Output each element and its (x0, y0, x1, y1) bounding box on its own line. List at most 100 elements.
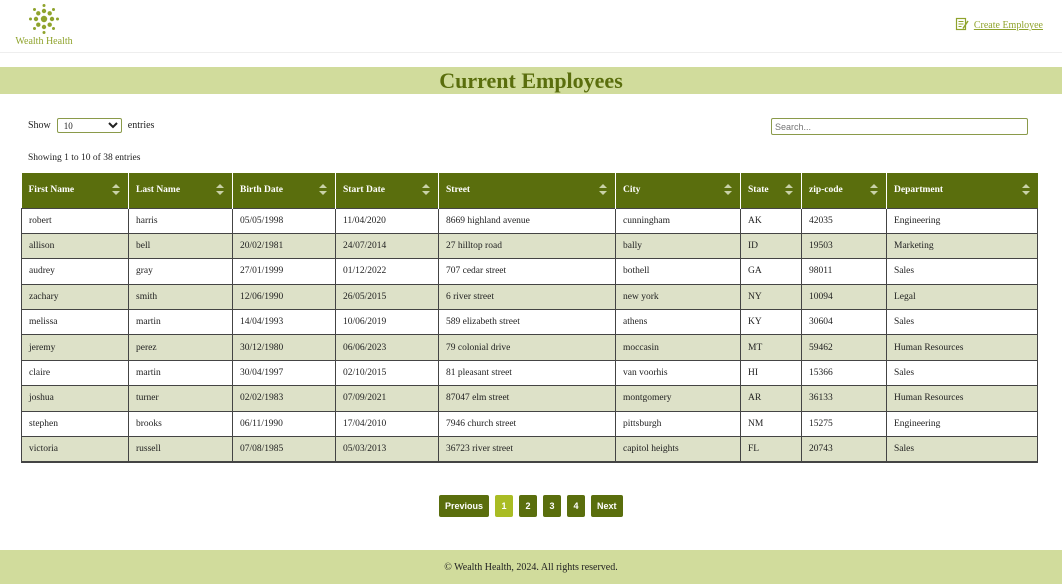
table-cell: Legal (886, 283, 1038, 311)
table-cell: 81 pleasant street (438, 359, 616, 387)
table-row[interactable]: allison bell 20/02/1981 24/07/2014 27 hillto… (21, 232, 1038, 260)
page-button-1[interactable]: 1 (495, 495, 514, 517)
table-cell: ID (740, 232, 802, 260)
table-cell: 87047 elm street (438, 385, 616, 412)
column-header-last-name[interactable]: Last Name (128, 173, 233, 208)
table-cell: russell (128, 436, 233, 463)
table-row[interactable]: joshua turner 02/02/1983 07/09/2021 87047 el… (21, 385, 1038, 412)
footer-text: © Wealth Health, 2024. All rights reserv… (444, 562, 618, 573)
brand-name: Wealth Health (15, 36, 73, 47)
table-row[interactable]: melissa martin 14/04/1993 10/06/2019 589 eli… (21, 309, 1038, 336)
title-band: Current Employees (0, 67, 1062, 94)
table-cell: moccasin (615, 334, 741, 361)
table-cell: 01/12/2022 (335, 258, 439, 285)
table-cell: 20/02/1981 (232, 232, 336, 260)
table-cell: 42035 (801, 207, 887, 234)
table-cell: 30/12/1980 (232, 334, 336, 361)
column-header-label: State (748, 185, 769, 196)
table-cell: Human Resources (886, 385, 1038, 412)
logo[interactable]: Wealth Health (12, 3, 76, 48)
table-row[interactable]: jeremy perez 30/12/1980 06/06/2023 79 coloni… (21, 334, 1038, 361)
sort-icon (1021, 184, 1030, 195)
table-cell: 07/09/2021 (335, 385, 439, 412)
table-row[interactable]: zachary smith 12/06/1990 26/05/2015 6 river … (21, 283, 1038, 311)
sort-icon (870, 184, 878, 195)
column-header-label: Birth Date (240, 185, 284, 196)
table-cell: GA (740, 258, 802, 285)
show-label: Show (28, 120, 51, 131)
table-row[interactable]: robert harris 05/05/1998 11/04/2020 8669 hig… (21, 207, 1038, 234)
employees-table: First Name Last Name Birth Date Start Da… (21, 173, 1038, 463)
table-cell: FL (740, 436, 802, 463)
page-button-3[interactable]: 3 (543, 495, 562, 517)
table-cell: 15366 (801, 359, 887, 387)
column-header-street[interactable]: Street (438, 173, 616, 208)
table-cell: 10/06/2019 (335, 309, 439, 336)
table-cell: robert (21, 207, 129, 234)
table-cell: Sales (886, 258, 1038, 285)
table-cell: 02/02/1983 (232, 385, 336, 412)
table-cell: perez (128, 334, 233, 361)
column-header-zip-code[interactable]: zip-code (801, 173, 887, 208)
sort-icon (112, 184, 120, 195)
table-cell: 17/04/2010 (335, 410, 439, 438)
table-cell: athens (615, 309, 741, 336)
table-cell: Sales (886, 359, 1038, 387)
table-cell: 27 hilltop road (438, 232, 616, 260)
column-header-label: First Name (28, 185, 75, 196)
table-cell: 12/06/1990 (232, 283, 336, 311)
table-cell: turner (128, 385, 233, 412)
table-row[interactable]: stephen brooks 06/11/1990 17/04/2010 7946 ch… (21, 410, 1038, 438)
table-cell: audrey (21, 258, 129, 285)
table-cell: 30604 (801, 309, 887, 336)
table-cell: KY (740, 309, 802, 336)
table-cell: melissa (21, 309, 129, 336)
column-header-department[interactable]: Department (886, 173, 1038, 208)
table-cell: 07/08/1985 (232, 436, 336, 463)
table-cell: 05/03/2013 (335, 436, 439, 463)
column-header-label: City (623, 185, 641, 196)
table-cell: HI (740, 359, 802, 387)
page-length-control: Show 10 entries (28, 118, 154, 133)
page-length-select[interactable]: 10 (56, 118, 122, 133)
column-header-birth-date[interactable]: Birth Date (232, 173, 336, 208)
table-cell: brooks (128, 410, 233, 438)
table-row[interactable]: audrey gray 27/01/1999 01/12/2022 707 cedar … (21, 258, 1038, 285)
table-cell: martin (128, 359, 233, 387)
table-cell: smith (128, 283, 233, 311)
page-button-2[interactable]: 2 (519, 495, 538, 517)
table-cell: 15275 (801, 410, 887, 438)
table-cell: bothell (615, 258, 741, 285)
table-cell: 59462 (801, 334, 887, 361)
search-input[interactable] (771, 118, 1028, 135)
table-cell: Engineering (886, 207, 1038, 234)
edit-document-icon (955, 17, 969, 34)
table-cell: 24/07/2014 (335, 232, 439, 260)
table-cell: Engineering (886, 410, 1038, 438)
table-cell: 7946 church street (438, 410, 616, 438)
table-row[interactable]: victoria russell 07/08/1985 05/03/2013 36723… (21, 436, 1038, 463)
table-cell: harris (128, 207, 233, 234)
next-button[interactable]: Next (591, 495, 623, 517)
table-cell: 02/10/2015 (335, 359, 439, 387)
table-cell: allison (21, 232, 129, 260)
previous-button[interactable]: Previous (439, 495, 490, 517)
sort-icon (599, 184, 607, 195)
page-title: Current Employees (439, 68, 623, 93)
table-header-row: First Name Last Name Birth Date Start Da… (21, 173, 1038, 208)
page-button-4[interactable]: 4 (567, 495, 586, 517)
header: Wealth Health Create Employee (0, 0, 1062, 53)
column-header-state[interactable]: State (740, 173, 802, 208)
table-cell: NY (740, 283, 802, 311)
column-header-city[interactable]: City (615, 173, 741, 208)
table-cell: 27/01/1999 (232, 258, 336, 285)
column-header-start-date[interactable]: Start Date (335, 173, 439, 208)
create-employee-label: Create Employee (973, 20, 1043, 31)
table-cell: pittsburgh (615, 410, 741, 438)
column-header-first-name[interactable]: First Name (21, 173, 129, 208)
table-cell: Human Resources (886, 334, 1038, 361)
table-cell: 20743 (801, 436, 887, 463)
table-cell: Marketing (886, 232, 1038, 260)
create-employee-link[interactable]: Create Employee (955, 17, 1043, 34)
table-row[interactable]: claire martin 30/04/1997 02/10/2015 81 pleas… (21, 359, 1038, 387)
